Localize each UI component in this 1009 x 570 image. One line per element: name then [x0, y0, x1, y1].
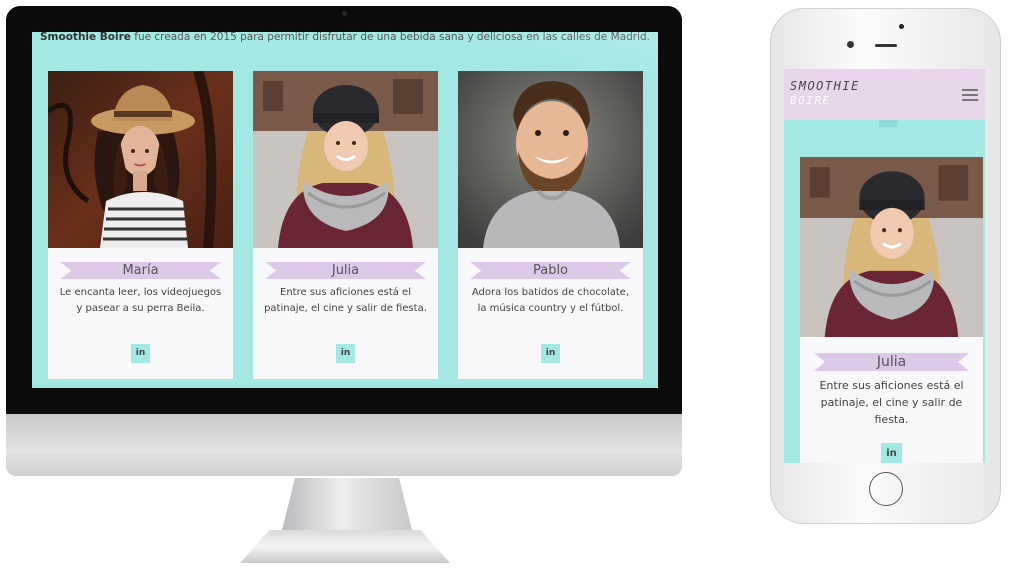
team-card-pablo: Pablo Adora los batidos de chocolate, la…	[458, 71, 643, 379]
mobile-screen: SMOOTHIE BOIRE Julia Entre sus aficiones…	[784, 69, 985, 463]
member-description: Le encanta leer, los videojuegos y pasea…	[59, 287, 222, 314]
intro-paragraph: Smoothie Boire fue creada en 2015 para p…	[32, 32, 658, 44]
woman-beanie-photo	[253, 71, 438, 248]
member-description: Entre sus aficiones está el patinaje, el…	[264, 287, 427, 314]
member-description: Entre sus aficiones está el patinaje, el…	[819, 379, 964, 426]
intro-text: fue creada en 2015 para permitir disfrut…	[130, 32, 650, 43]
imac-camera	[342, 11, 347, 16]
mobile-header: SMOOTHIE BOIRE	[784, 69, 985, 120]
intro-brand: Smoothie Boire	[40, 32, 131, 43]
team-card-julia: Julia Entre sus aficiones está el patina…	[253, 71, 438, 379]
name-banner: Julia	[814, 353, 969, 371]
imac-stand-foot	[240, 530, 450, 563]
member-name: María	[122, 263, 159, 278]
linkedin-button[interactable]: in	[336, 344, 355, 363]
imac-bezel: Smoothie Boire fue creada en 2015 para p…	[6, 6, 682, 414]
team-card-maria: María Le encanta leer, los videojuegos y…	[48, 71, 233, 379]
linkedin-button[interactable]: in	[541, 344, 560, 363]
member-name: Julia	[331, 263, 360, 278]
imac-chin	[6, 414, 682, 476]
desktop-screen: Smoothie Boire fue creada en 2015 para p…	[32, 32, 658, 388]
man-smiling-photo	[458, 71, 643, 248]
team-card-julia-mobile: Julia Entre sus aficiones está el patina…	[800, 157, 983, 463]
previous-card-edge	[879, 120, 898, 127]
imac-stand-neck	[282, 478, 412, 530]
member-name: Julia	[876, 354, 907, 370]
logo-text-boire[interactable]: BOIRE	[790, 94, 831, 107]
name-banner: Julia	[265, 262, 426, 279]
linkedin-button[interactable]: in	[131, 344, 150, 363]
hamburger-icon[interactable]	[962, 89, 978, 101]
imac-mockup: Smoothie Boire fue creada en 2015 para p…	[6, 6, 682, 476]
woman-hat-photo	[48, 71, 233, 248]
member-description: Adora los batidos de chocolate, la músic…	[471, 287, 630, 314]
member-name: Pablo	[532, 263, 569, 278]
linkedin-button[interactable]: in	[881, 443, 902, 463]
name-banner: Pablo	[470, 262, 631, 279]
phone-speaker	[875, 44, 897, 47]
woman-beanie-photo	[800, 157, 983, 337]
home-button[interactable]	[869, 472, 903, 506]
iphone-mockup: SMOOTHIE BOIRE Julia Entre sus aficiones…	[770, 8, 1001, 524]
phone-camera	[847, 41, 854, 48]
logo-text-smoothie[interactable]: SMOOTHIE	[790, 79, 860, 93]
phone-sensor	[899, 24, 904, 29]
name-banner: María	[60, 262, 221, 279]
